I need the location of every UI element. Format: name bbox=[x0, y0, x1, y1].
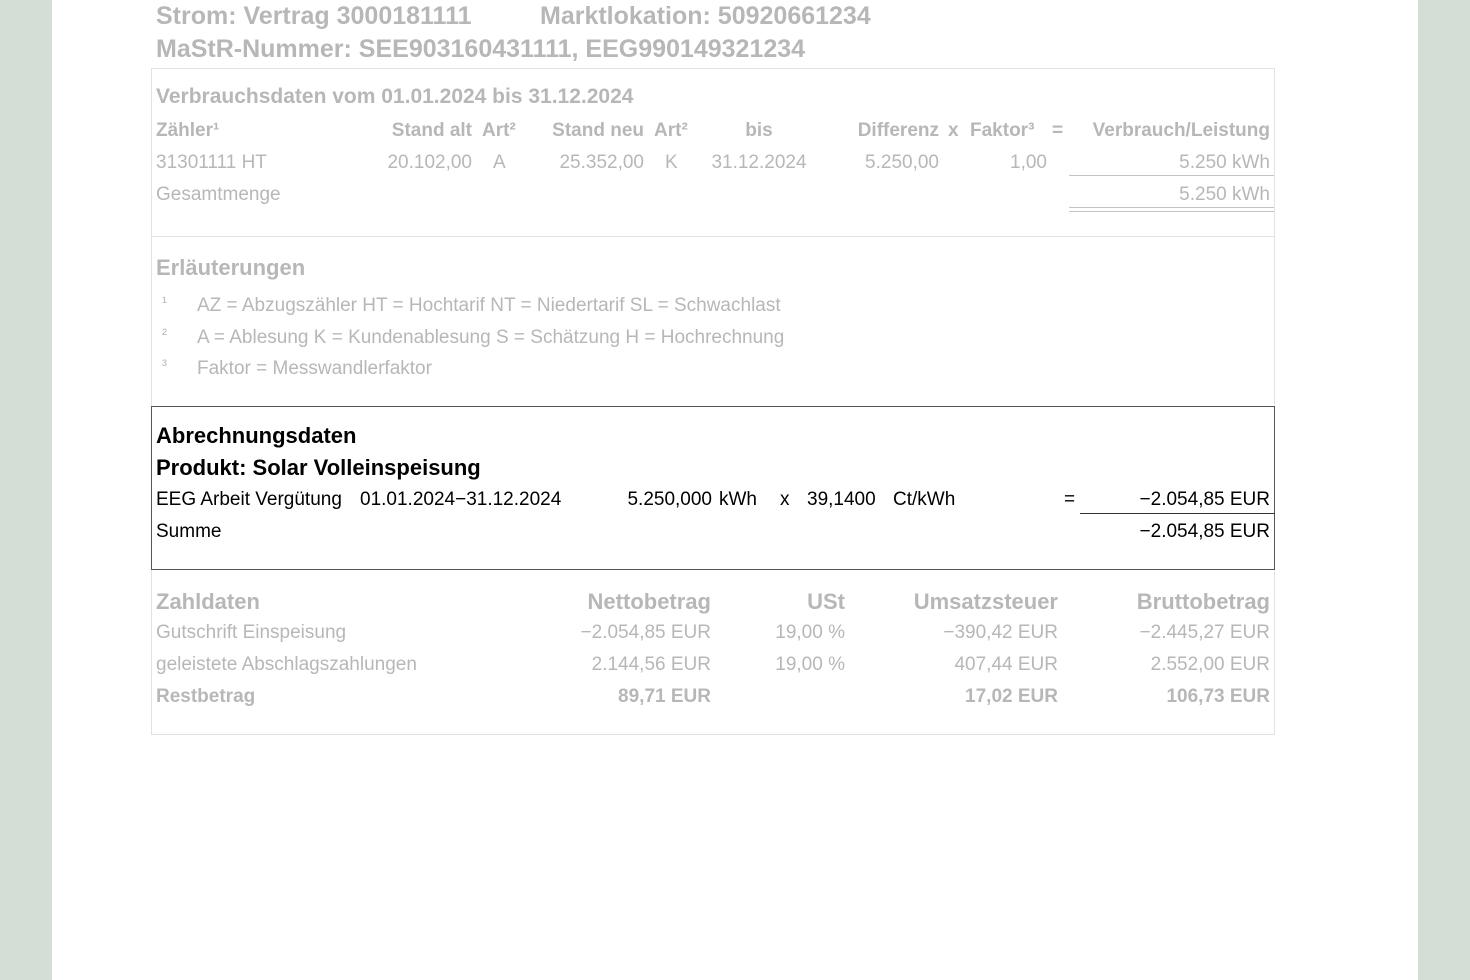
billing-sum-label: Summe bbox=[156, 521, 222, 542]
payment-row-1-brutto: −2.445,27 EUR bbox=[1139, 622, 1270, 643]
mastr-number: MaStR-Nummer: SEE903160431111, EEG990149… bbox=[156, 35, 806, 63]
payment-row-2-brutto: 2.552,00 EUR bbox=[1150, 654, 1270, 675]
billing-line-quantity: 5.250,000 bbox=[627, 489, 712, 510]
billing-title: Abrechnungsdaten bbox=[156, 423, 357, 448]
col-header-stand-neu: Stand neu bbox=[552, 120, 644, 141]
payment-title: Zahldaten bbox=[156, 589, 260, 614]
payment-row-2-netto: 2.144,56 EUR bbox=[591, 654, 711, 675]
note-mark-2: ² bbox=[162, 326, 167, 343]
billing-line-label: EEG Arbeit Vergütung bbox=[156, 489, 342, 510]
note-mark-3: ³ bbox=[162, 357, 167, 374]
note-text-1: AZ = Abzugszähler HT = Hochtarif NT = Ni… bbox=[197, 295, 781, 316]
art-1-value: A bbox=[493, 152, 506, 173]
total-value: 5.250 kWh bbox=[1179, 184, 1270, 205]
contract-number: Strom: Vertrag 3000181111 bbox=[156, 2, 472, 30]
col-header-stand-alt: Stand alt bbox=[391, 120, 472, 141]
note-text-2: A = Ablesung K = Kundenablesung S = Schä… bbox=[197, 327, 785, 348]
total-label: Gesamtmenge bbox=[156, 184, 281, 205]
payment-row-1-umsatzsteuer: −390,42 EUR bbox=[943, 622, 1058, 643]
payment-row-2-label: geleistete Abschlagszahlungen bbox=[156, 654, 417, 675]
total-double-underline-1 bbox=[1069, 207, 1274, 208]
payment-header-ust: USt bbox=[807, 589, 845, 614]
col-header-differenz: Differenz bbox=[857, 120, 939, 141]
payment-header-netto: Nettobetrag bbox=[587, 589, 711, 614]
rest-brutto: 106,73 EUR bbox=[1166, 686, 1270, 707]
total-double-underline-2 bbox=[1069, 211, 1274, 212]
payment-row-2-umsatzsteuer: 407,44 EUR bbox=[954, 654, 1058, 675]
payment-row-2-ust: 19,00 % bbox=[775, 654, 845, 675]
col-header-meter: Zähler¹ bbox=[156, 120, 220, 141]
consumption-title: Verbrauchsdaten vom 01.01.2024 bis 31.12… bbox=[156, 85, 634, 108]
col-header-equals: = bbox=[1052, 120, 1064, 141]
payment-header-umsatzsteuer: Umsatzsteuer bbox=[913, 589, 1058, 614]
document-page: Strom: Vertrag 3000181111 Marktlokation:… bbox=[52, 0, 1418, 980]
billing-product: Produkt: Solar Volleinspeisung bbox=[156, 455, 481, 480]
col-header-art-2: Art² bbox=[654, 120, 688, 141]
billing-line-price: 39,1400 bbox=[807, 489, 876, 510]
section-divider bbox=[151, 236, 1275, 237]
col-header-times: x bbox=[948, 120, 959, 141]
art-2-value: K bbox=[665, 152, 678, 173]
stand-alt-value: 20.102,00 bbox=[387, 152, 472, 173]
payment-header-brutto: Bruttobetrag bbox=[1136, 589, 1270, 614]
col-header-faktor: Faktor³ bbox=[970, 120, 1035, 141]
faktor-value: 1,00 bbox=[1010, 152, 1047, 173]
row-underline bbox=[1069, 175, 1274, 176]
billing-line-times: x bbox=[780, 489, 790, 510]
payment-row-1-ust: 19,00 % bbox=[775, 622, 845, 643]
rest-label: Restbetrag bbox=[156, 686, 256, 707]
billing-line-price-unit: Ct/kWh bbox=[893, 489, 956, 510]
col-header-art-1: Art² bbox=[482, 120, 516, 141]
col-header-bis: bis bbox=[745, 120, 773, 141]
rest-umsatzsteuer: 17,02 EUR bbox=[965, 686, 1058, 707]
verbrauch-value: 5.250 kWh bbox=[1179, 152, 1270, 173]
notes-title: Erläuterungen bbox=[156, 255, 306, 280]
billing-line-period: 01.01.2024−31.12.2024 bbox=[360, 489, 562, 510]
differenz-value: 5.250,00 bbox=[865, 152, 939, 173]
billing-sum-value: −2.054,85 EUR bbox=[1139, 521, 1270, 542]
billing-line-quantity-unit: kWh bbox=[719, 489, 757, 510]
bis-value: 31.12.2024 bbox=[711, 152, 807, 173]
rest-netto: 89,71 EUR bbox=[618, 686, 711, 707]
meter-id: 31301111 HT bbox=[156, 152, 267, 173]
note-text-3: Faktor = Messwandlerfaktor bbox=[197, 358, 432, 379]
payment-row-1-netto: −2.054,85 EUR bbox=[580, 622, 711, 643]
payment-row-1-label: Gutschrift Einspeisung bbox=[156, 622, 347, 643]
billing-amount-underline bbox=[1080, 513, 1275, 514]
col-header-verbrauch: Verbrauch/Leistung bbox=[1092, 120, 1270, 141]
note-mark-1: ¹ bbox=[162, 294, 167, 311]
billing-line-amount: −2.054,85 EUR bbox=[1139, 489, 1270, 510]
market-location: Marktlokation: 50920661234 bbox=[540, 2, 871, 30]
stand-neu-value: 25.352,00 bbox=[559, 152, 644, 173]
